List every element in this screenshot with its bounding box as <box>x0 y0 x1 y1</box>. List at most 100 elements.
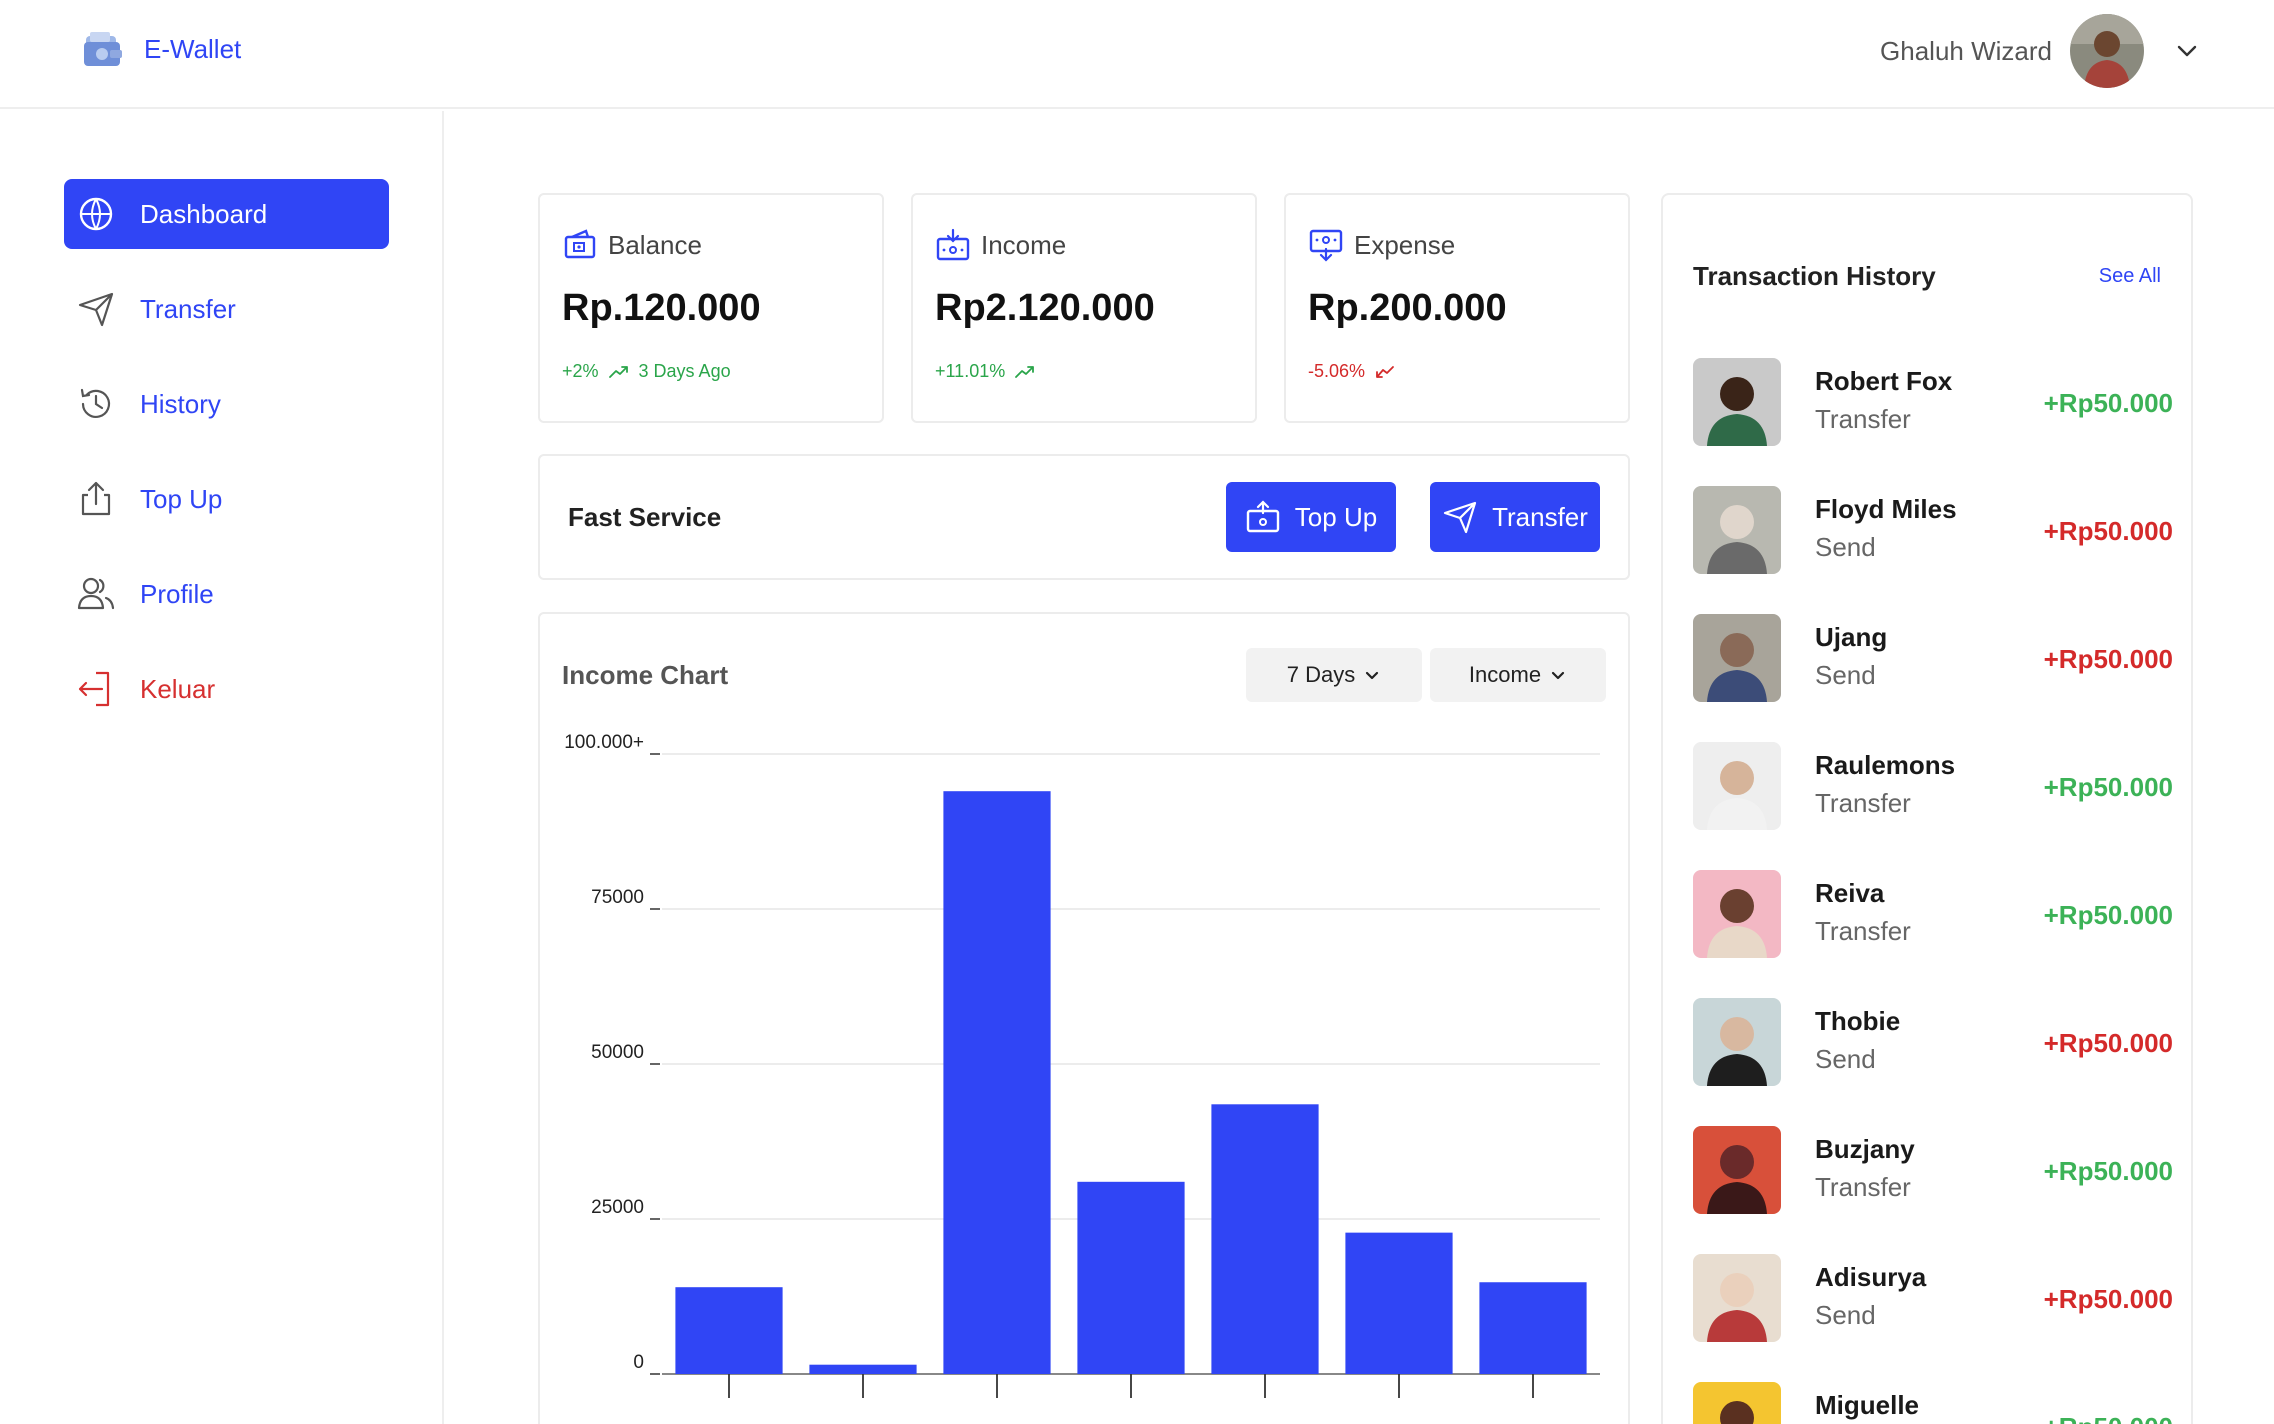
trend-down-icon <box>1376 365 1394 378</box>
transaction-amount: +Rp50.000 <box>2043 644 2173 674</box>
trend-up-icon <box>1015 365 1035 378</box>
sidebar-item-label: History <box>140 388 221 419</box>
chart-y-tick-label: 50000 <box>591 1042 644 1063</box>
transfer-button[interactable]: Transfer <box>1430 482 1600 552</box>
transaction-avatar <box>1693 742 1781 830</box>
transaction-avatar <box>1693 1382 1781 1424</box>
see-all-link[interactable]: See All <box>2099 265 2161 288</box>
balance-card: Balance Rp.120.000 +2% 3 Days Ago <box>538 193 884 423</box>
transaction-row[interactable]: Reiva Transfer +Rp50.000 <box>1693 870 2173 960</box>
transaction-name: Reiva <box>1815 878 1885 908</box>
transaction-amount: +Rp50.000 <box>2043 772 2173 802</box>
transaction-row[interactable]: Adisurya Send +Rp50.000 <box>1693 1254 2173 1344</box>
transaction-avatar <box>1693 1254 1781 1342</box>
transaction-type: Transfer <box>1815 788 1911 818</box>
sidebar-item-dashboard[interactable]: Dashboard <box>64 179 389 249</box>
chart-y-tick-label: 100.000+ <box>564 732 644 753</box>
sidebar-item-keluar[interactable]: Keluar <box>64 654 389 724</box>
top-up-button[interactable]: Top Up <box>1226 482 1396 552</box>
range-dropdown[interactable]: 7 Days <box>1246 648 1422 702</box>
transaction-row[interactable]: Ujang Send +Rp50.000 <box>1693 614 2173 704</box>
sidebar-item-history[interactable]: History <box>64 369 389 439</box>
transaction-amount: +Rp50.000 <box>2043 900 2173 930</box>
transaction-avatar <box>1693 486 1781 574</box>
top-up-label: Top Up <box>1294 501 1378 532</box>
transaction-row[interactable]: Miguelle +Rp50.000 <box>1693 1382 2173 1424</box>
transaction-history-card: Transaction History See All Robert Fox Tr… <box>1661 193 2193 1424</box>
transaction-avatar <box>1693 998 1781 1086</box>
type-dropdown[interactable]: Income <box>1430 648 1606 702</box>
expense-icon <box>1309 229 1343 262</box>
fast-service-title: Fast Service <box>568 502 722 532</box>
transaction-type: Transfer <box>1815 404 1911 434</box>
history-icon <box>80 388 111 418</box>
transaction-type: Send <box>1815 1300 1876 1330</box>
transaction-row[interactable]: Buzjany Transfer +Rp50.000 <box>1693 1126 2173 1216</box>
income-bar-chart: 0 25000 50000 75000 100.000+ <box>564 732 1600 1398</box>
top-up-icon <box>1246 500 1279 533</box>
chart-bar <box>1077 1181 1185 1374</box>
transaction-amount: +Rp50.000 <box>2043 388 2173 418</box>
logout-icon <box>78 671 110 707</box>
transaction-avatar <box>1693 870 1781 958</box>
transaction-avatar <box>1693 358 1781 446</box>
chart-y-tick-label: 75000 <box>591 887 644 908</box>
transaction-name: Ujang <box>1815 622 1888 652</box>
chevron-down-icon <box>1551 671 1565 680</box>
transfer-label: Transfer <box>1492 501 1588 532</box>
type-dropdown-value: Income <box>1468 662 1542 687</box>
app-logo[interactable]: E-Wallet <box>80 26 241 72</box>
sidebar-item-label: Transfer <box>140 293 236 324</box>
user-avatar[interactable] <box>2070 14 2144 88</box>
wallet-icon <box>564 229 596 259</box>
transaction-amount: +Rp50.000 <box>2043 1284 2173 1314</box>
users-icon <box>77 577 115 610</box>
chevron-down-icon <box>1366 671 1379 680</box>
stat-change-percent: +2% <box>562 361 599 381</box>
transaction-type: Transfer <box>1815 1172 1911 1202</box>
stat-change-note: 3 Days Ago <box>638 361 731 381</box>
sidebar-item-transfer[interactable]: Transfer <box>64 274 389 344</box>
transaction-row[interactable]: Robert Fox Transfer +Rp50.000 <box>1693 358 2173 448</box>
chevron-down-icon[interactable] <box>2172 36 2202 66</box>
globe-icon <box>79 197 113 231</box>
transaction-avatar <box>1693 614 1781 702</box>
transaction-type: Send <box>1815 660 1876 690</box>
income-chart-title: Income Chart <box>562 660 729 690</box>
transaction-amount: +Rp50.000 <box>2043 1028 2173 1058</box>
transaction-row[interactable]: Raulemons Transfer +Rp50.000 <box>1693 742 2173 832</box>
stat-value: Rp2.120.000 <box>935 287 1155 329</box>
transaction-type: Send <box>1815 532 1876 562</box>
send-icon <box>1443 501 1477 534</box>
user-name: Ghaluh Wizard <box>1880 35 2052 66</box>
transaction-type: Send <box>1815 1044 1876 1074</box>
transaction-name: Adisurya <box>1815 1262 1927 1292</box>
chart-y-tick-label: 25000 <box>591 1197 644 1218</box>
income-icon <box>936 228 970 261</box>
range-dropdown-value: 7 Days <box>1286 662 1356 687</box>
transaction-amount: +Rp50.000 <box>2043 516 2173 546</box>
sidebar-item-top-up[interactable]: Top Up <box>64 464 389 534</box>
transaction-name: Raulemons <box>1815 750 1956 780</box>
top-header: E-Wallet Ghaluh Wizard <box>0 0 2274 109</box>
user-menu[interactable]: Ghaluh Wizard <box>1880 14 2202 88</box>
fast-service-card: Fast Service Top Up Transfer <box>538 454 1630 580</box>
stat-change: +11.01% <box>935 361 1035 382</box>
transaction-name: Buzjany <box>1815 1134 1915 1164</box>
stat-label: Expense <box>1354 229 1456 260</box>
transaction-row[interactable]: Floyd Miles Send +Rp50.000 <box>1693 486 2173 576</box>
sidebar-item-label: Keluar <box>140 673 216 704</box>
chart-bar <box>943 791 1051 1374</box>
sidebar-item-profile[interactable]: Profile <box>64 559 389 629</box>
chart-bar <box>675 1287 783 1374</box>
chart-bar <box>1479 1282 1587 1374</box>
stat-label: Balance <box>608 229 702 260</box>
transaction-name: Thobie <box>1815 1006 1901 1036</box>
transaction-row[interactable]: Thobie Send +Rp50.000 <box>1693 998 2173 1088</box>
sidebar: Dashboard Transfer History Top Up Profil… <box>0 111 444 1424</box>
transaction-type: Transfer <box>1815 916 1911 946</box>
chart-bar <box>809 1364 917 1374</box>
expense-card: Expense Rp.200.000 -5.06% <box>1284 193 1630 423</box>
chart-bar <box>1345 1232 1453 1374</box>
stat-change: -5.06% <box>1308 361 1395 382</box>
